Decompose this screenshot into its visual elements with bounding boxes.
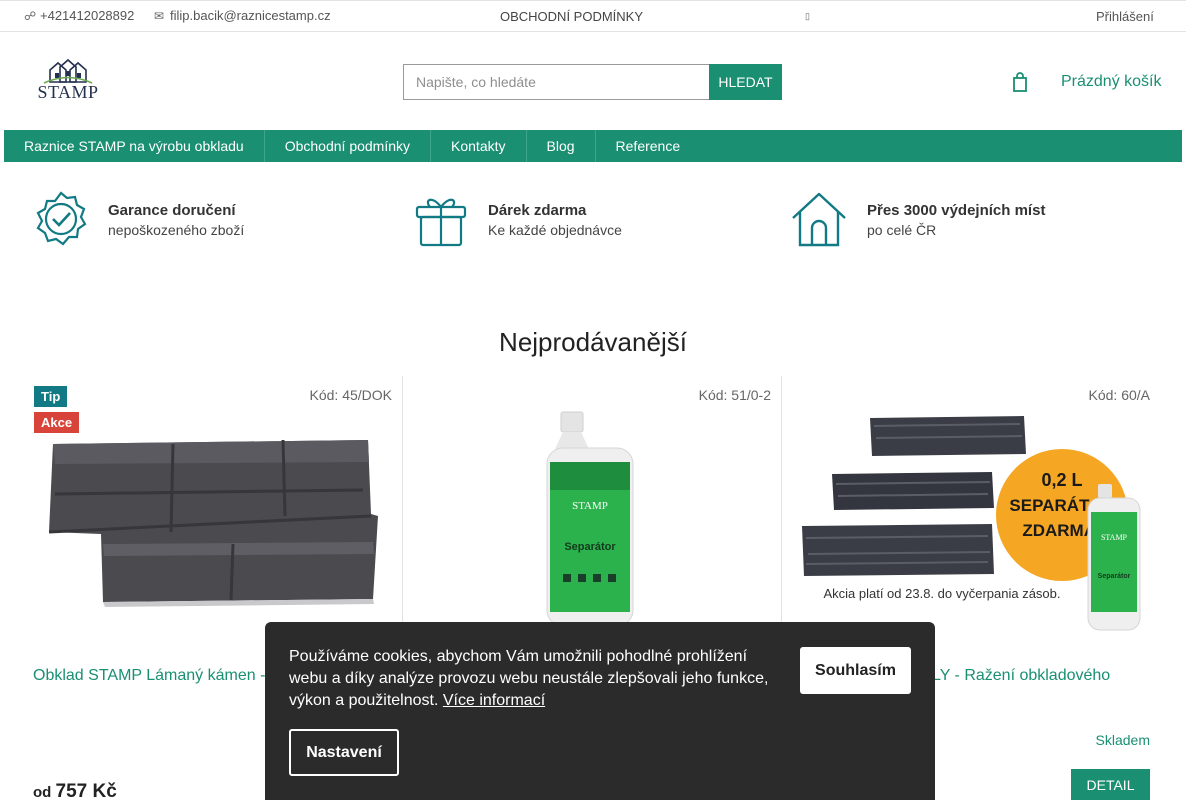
language-flag-icon[interactable]: ▯ xyxy=(805,11,810,22)
stock-status: Skladem xyxy=(1095,732,1150,748)
login-link[interactable]: Přihlášení xyxy=(1096,9,1154,24)
benefit-subtitle: po celé ČR xyxy=(867,222,937,238)
product-code: Kód: 51/0-2 xyxy=(698,387,771,403)
product-image[interactable]: STAMP Separátor xyxy=(413,404,772,639)
phone-link[interactable]: ☍ +421412028892 xyxy=(24,8,134,23)
phone-number: +421412028892 xyxy=(40,8,135,23)
product-code: Kód: 45/DOK xyxy=(309,387,393,403)
product-image[interactable]: 0,2 L SEPARÁTOR ZDARMA! STAMP Separátor … xyxy=(792,404,1151,639)
nav-item-raznice[interactable]: Raznice STAMP na výrobu obkladu xyxy=(4,130,265,162)
product-image[interactable] xyxy=(33,404,392,639)
top-bar: ☍ +421412028892 ✉ filip.bacik@raznicesta… xyxy=(0,0,1186,32)
bottle-label: Separátor xyxy=(1098,573,1131,580)
product-name-link[interactable]: LY - Ražení obkladového xyxy=(932,667,1110,685)
main-nav: Raznice STAMP na výrobu obkladu Obchodní… xyxy=(4,130,1182,162)
login-label: Přihlášení xyxy=(1096,9,1154,24)
benefit-pickup: Přes 3000 výdejních míst po celé ČR xyxy=(790,190,1045,248)
cookie-more-link[interactable]: Více informací xyxy=(443,692,545,709)
terms-link[interactable]: OBCHODNÍ PODMÍNKY xyxy=(500,9,643,24)
benefit-title: Garance doručení xyxy=(108,202,236,219)
benefit-gift: Dárek zdarma Ke každé objednávce xyxy=(412,190,622,248)
cart-icon[interactable] xyxy=(1012,72,1028,98)
bottle-brand: STAMP xyxy=(1101,533,1128,542)
page: ☍ +421412028892 ✉ filip.bacik@raznicesta… xyxy=(0,0,1200,800)
logo[interactable]: STAMP xyxy=(36,58,100,102)
search-button[interactable]: HLEDAT xyxy=(709,64,782,100)
cookie-accept-button[interactable]: Souhlasím xyxy=(800,647,911,694)
cookie-settings-button[interactable]: Nastavení xyxy=(289,729,399,776)
search-input[interactable] xyxy=(403,64,709,100)
envelope-icon: ✉ xyxy=(154,8,165,23)
benefit-title: Přes 3000 výdejních míst xyxy=(867,202,1046,219)
tip-badge: Tip xyxy=(34,386,68,407)
benefit-subtitle: Ke každé objednávce xyxy=(488,222,622,238)
cart-link[interactable]: Prázdný košík xyxy=(1061,73,1161,91)
search-form: HLEDAT xyxy=(403,64,782,100)
benefit-delivery: Garance doručení nepoškozeného zboží xyxy=(32,190,244,248)
detail-button[interactable]: DETAIL xyxy=(1071,769,1150,800)
verified-badge-icon xyxy=(36,191,87,246)
nav-item-reference[interactable]: Reference xyxy=(596,130,701,162)
logo-text: STAMP xyxy=(37,82,99,102)
price-prefix: od xyxy=(33,784,52,800)
product-code: Kód: 60/A xyxy=(1088,387,1151,403)
price-value: 757 Kč xyxy=(55,781,117,800)
section-title: Nejprodávanější xyxy=(499,327,687,357)
promo-volume: 0,2 L xyxy=(1041,470,1082,490)
email-address: filip.bacik@raznicestamp.cz xyxy=(170,8,331,23)
email-link[interactable]: ✉ filip.bacik@raznicestamp.cz xyxy=(154,8,331,23)
bottle-brand: STAMP xyxy=(572,500,608,512)
phone-icon: ☍ xyxy=(24,8,37,23)
cookie-message: Používáme cookies, abychom Vám umožnili … xyxy=(289,646,781,712)
cookie-banner: Používáme cookies, abychom Vám umožnili … xyxy=(265,622,935,800)
logo-houses-icon xyxy=(43,58,93,84)
bottle-label: Separátor xyxy=(564,541,616,553)
terms-label: OBCHODNÍ PODMÍNKY xyxy=(500,9,644,24)
gift-icon xyxy=(415,198,467,247)
nav-item-blog[interactable]: Blog xyxy=(527,130,596,162)
house-icon xyxy=(792,192,846,247)
benefit-subtitle: nepoškozeného zboží xyxy=(108,222,245,238)
product-price: od 757 Kč xyxy=(33,781,117,800)
benefit-title: Dárek zdarma xyxy=(488,202,587,219)
promo-note: Akcia platí od 23.8. do vyčerpania zásob… xyxy=(823,586,1060,601)
sale-badge: Akce xyxy=(34,412,80,433)
nav-item-terms[interactable]: Obchodní podmínky xyxy=(265,130,432,162)
nav-item-contacts[interactable]: Kontakty xyxy=(431,130,527,162)
product-name-link[interactable]: Obklad STAMP Lámaný kámen - xyxy=(33,667,265,685)
